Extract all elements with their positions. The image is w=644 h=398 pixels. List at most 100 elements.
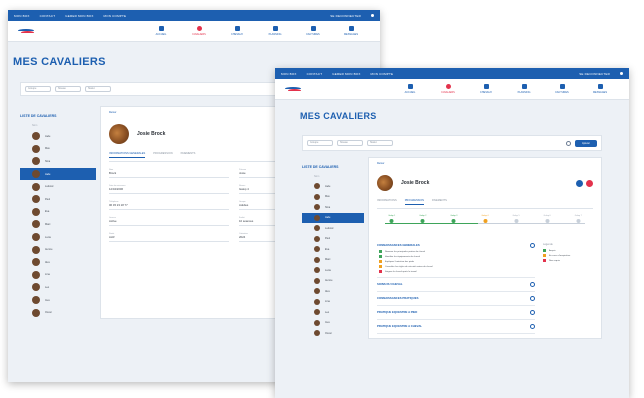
accordion-section[interactable]: CONNAISSANCES PRATIQUES [377,292,535,306]
list-item[interactable]: Marc [302,255,364,266]
logo[interactable] [18,28,36,35]
list-item[interactable]: Jade [302,181,364,192]
list-item[interactable]: Alex [20,256,96,269]
accordion-section[interactable]: PRATIQUE EQUESTRE A CHEVAL [377,320,535,334]
nav-horses[interactable]: CHEVAUX [467,84,505,94]
nav-home[interactable]: ACCUEIL [142,26,180,36]
accordion-section[interactable]: CONNAISSANCES GENERALES Nommer les princ… [377,239,535,278]
list-item[interactable]: Leo [20,281,96,294]
list-item[interactable]: Nina [20,155,96,168]
list-item[interactable]: Ines [20,294,96,307]
nav-invoices[interactable]: FACTURES [294,26,332,36]
topbar-link[interactable]: MON BOX [14,14,30,18]
tab-progress[interactable]: PROGRESSION [404,199,425,205]
tab-payments[interactable]: PAIEMENTS [432,199,447,205]
expand-icon[interactable] [530,296,535,301]
avatar [32,233,40,242]
list-item[interactable]: Lucie [20,231,96,244]
back-link[interactable]: Retour [377,162,593,165]
step-galop[interactable]: Galop 5 [513,215,520,223]
list-item[interactable]: Marc [20,218,96,231]
delete-button[interactable] [586,179,593,187]
nav-messages[interactable]: MESSAGES [332,26,370,36]
notification-icon[interactable] [371,14,374,17]
topbar-link[interactable]: GERER MON BOX [65,14,93,18]
tab-info[interactable]: INFORMATIONS GENERALES [109,152,146,158]
topbar-link[interactable]: MON COMPTE [371,72,394,76]
filter-select[interactable]: Groupe [25,86,51,92]
logout-link[interactable]: SE DECONNECTER [330,14,361,18]
list-item[interactable]: Max [20,143,96,156]
topbar-link[interactable]: CONTACT [307,72,323,76]
settings-icon[interactable] [566,140,571,146]
nav-planning[interactable]: PLANNING [256,26,294,36]
logout-link[interactable]: SE DECONNECTER [579,72,610,76]
nav-horses[interactable]: CHEVAUX [218,26,256,36]
nav-invoices[interactable]: FACTURES [543,84,581,94]
list-item[interactable]: Ludovic [302,223,364,234]
list-item[interactable]: Max [302,192,364,203]
list-item[interactable]: Eva [20,206,96,219]
list-item[interactable]: Nina [302,202,364,213]
edit-button[interactable] [576,179,583,187]
list-item[interactable]: Oscar [20,306,96,319]
calendar-icon [272,26,278,31]
topbar-link[interactable]: MON BOX [281,72,297,76]
status-legend: Légende Acquis En cours d'acquisition No… [543,239,593,334]
add-rider-button[interactable]: Ajouter [575,139,597,147]
filter-select[interactable]: Niveau [337,140,363,146]
form-field[interactable]: Date de naissance 12/04/2006 [109,184,229,194]
list-item-selected[interactable]: Jade [20,167,96,181]
form-field[interactable]: Téléphone 06 45 23 18 77 [109,200,229,210]
nav-messages[interactable]: MESSAGES [581,84,619,94]
notification-icon[interactable] [620,72,623,75]
step-galop[interactable]: Galop 1 [388,215,395,223]
filter-select[interactable]: Statut [367,140,393,146]
list-item[interactable]: Aurore [302,276,364,287]
list-item[interactable]: Lina [20,269,96,282]
list-item[interactable]: Lucie [302,265,364,276]
expand-icon[interactable] [530,243,535,248]
filter-select[interactable]: Groupe [307,140,333,146]
expand-icon[interactable] [530,324,535,329]
list-item[interactable]: Leo [302,307,364,318]
step-galop[interactable]: Galop 2 [419,215,426,223]
list-item[interactable]: Alex [302,286,364,297]
nav-riders[interactable]: CAVALIERS [180,26,218,36]
list-item[interactable]: Paul [302,234,364,245]
topbar-link[interactable]: CONTACT [40,14,56,18]
form-field[interactable]: Nom Brock [109,168,229,178]
list-item[interactable]: Eva [302,244,364,255]
accordion-section[interactable]: PRATIQUE EQUESTRE A PIED [377,306,535,320]
nav-home[interactable]: ACCUEIL [391,84,429,94]
list-item[interactable]: Jade [20,130,96,143]
list-item[interactable]: Lina [302,297,364,308]
topbar-link[interactable]: GERER MON BOX [332,72,360,76]
tab-payments[interactable]: PAIEMENTS [181,152,196,158]
list-item[interactable]: Oscar [302,328,364,339]
list-item[interactable]: Ines [302,318,364,329]
step-galop[interactable]: Galop 6 [544,215,551,223]
step-galop[interactable]: Galop 4 [481,215,489,223]
expand-icon[interactable] [530,282,535,287]
form-field[interactable]: Statut Actif [109,232,229,242]
form-field[interactable]: Licence Active [109,216,229,226]
step-galop[interactable]: Galop 3 [450,215,457,223]
filter-select[interactable]: Statut [85,86,111,92]
accordion-section[interactable]: SOINS DU CHEVAL [377,278,535,292]
tab-info[interactable]: INFORMATIONS [377,199,397,205]
expand-icon[interactable] [530,310,535,315]
topbar-link[interactable]: MON COMPTE [104,14,127,18]
avatar [32,132,40,141]
list-item[interactable]: Paul [20,193,96,206]
step-galop[interactable]: Galop 7 [575,215,582,223]
nav-riders[interactable]: CAVALIERS [429,84,467,94]
nav-planning[interactable]: PLANNING [505,84,543,94]
tab-progress[interactable]: PROGRESSION [153,152,172,158]
list-item[interactable]: Aurore [20,243,96,256]
list-item[interactable]: Ludovic [20,180,96,193]
list-item-selected[interactable]: Jade [302,212,364,223]
logo[interactable] [285,86,303,93]
filter-select[interactable]: Niveau [55,86,81,92]
avatar [32,195,40,204]
